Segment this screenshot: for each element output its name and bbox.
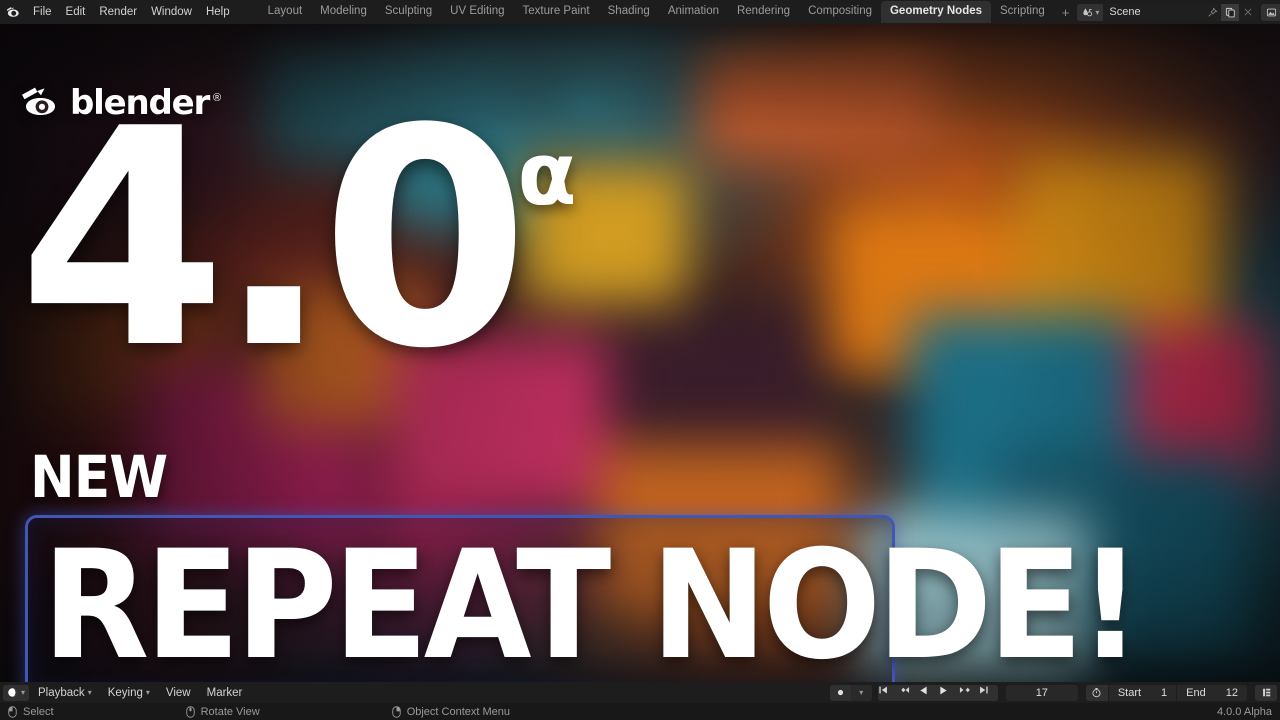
workspace-tab-shading[interactable]: Shading: [599, 1, 659, 23]
status-version-label: 4.0.0 Alpha: [1216, 705, 1272, 718]
status-hint-object-context-menu: Object Context Menu: [391, 705, 511, 718]
mouse-middle-click-icon: [185, 705, 195, 718]
workspace-tab-layout[interactable]: Layout: [259, 1, 312, 23]
timeline-editor-icon: [8, 688, 17, 697]
end-frame-field[interactable]: End 12: [1176, 684, 1247, 701]
end-frame-value: 12: [1225, 686, 1238, 699]
version-alpha-superscript: α: [517, 125, 577, 225]
workspace-tab-texture-paint[interactable]: Texture Paint: [514, 1, 599, 23]
timeline-menu-marker[interactable]: Marker: [200, 685, 250, 701]
stopwatch-icon[interactable]: [1085, 684, 1108, 701]
timeline-menu-keying[interactable]: Keying ▾: [101, 685, 157, 701]
scene-icon[interactable]: ▾: [1077, 3, 1104, 21]
timeline-menu-keying-caret: ▾: [145, 688, 150, 697]
auto-keyframe-caret-glyph: ▾: [859, 688, 864, 697]
status-hint-select: Select: [8, 706, 54, 718]
jump-to-prev-keyframe-icon[interactable]: [898, 685, 918, 701]
mouse-left-click-icon: [8, 705, 17, 718]
mouse-right-click-icon: [391, 705, 401, 718]
workspace-tab-compositing[interactable]: Compositing: [799, 1, 881, 23]
jump-to-next-keyframe-icon[interactable]: [958, 685, 978, 701]
status-bar: Select Rotate View Object Context Menu 4…: [0, 703, 1280, 720]
timeline-editor-type-button[interactable]: ▾: [3, 684, 30, 701]
workspace-tab-rendering[interactable]: Rendering: [728, 1, 799, 23]
view-layer-icon[interactable]: ▾: [1261, 3, 1280, 21]
add-workspace-button[interactable]: +: [1054, 3, 1078, 22]
new-scene-duplicate-icon[interactable]: [1221, 3, 1240, 21]
menu-edit[interactable]: Edit: [59, 3, 93, 21]
menu-help[interactable]: Help: [199, 3, 237, 21]
timeline-menu-view[interactable]: View: [159, 685, 198, 701]
top-bar: File Edit Render Window Help Layout Mode…: [0, 0, 1280, 24]
timeline-menu-playback-label: Playback: [38, 686, 85, 699]
menu-file[interactable]: File: [26, 3, 59, 21]
workspace-tab-sculpting[interactable]: Sculpting: [376, 1, 441, 23]
workspace-tab-geometry-nodes[interactable]: Geometry Nodes: [880, 1, 992, 23]
jump-to-end-icon[interactable]: [978, 685, 998, 701]
start-frame-label: Start: [1117, 686, 1142, 699]
menu-window[interactable]: Window: [144, 3, 199, 21]
menu-render[interactable]: Render: [92, 3, 144, 21]
scene-caret: ▾: [1095, 7, 1100, 17]
play-reverse-icon[interactable]: [918, 685, 938, 701]
timeline-menu-playback-caret: ▾: [87, 688, 92, 697]
playback-transport-controls[interactable]: [877, 684, 998, 701]
blender-window: File Edit Render Window Help Layout Mode…: [0, 0, 1280, 720]
scene-name-field[interactable]: Scene: [1103, 3, 1204, 21]
current-frame-field[interactable]: 17: [1005, 684, 1078, 701]
timeline-menu-playback[interactable]: Playback ▾: [31, 685, 99, 701]
start-frame-value: 1: [1161, 686, 1168, 699]
version-number: 4.0: [18, 65, 529, 414]
workspace-tab-modeling[interactable]: Modeling: [311, 1, 376, 23]
timeline-menu-keying-label: Keying: [107, 686, 143, 699]
status-hint-object-context-menu-label: Object Context Menu: [406, 705, 511, 718]
blender-logo-icon[interactable]: [0, 0, 26, 24]
status-hint-select-label: Select: [23, 705, 54, 718]
workspace-tab-animation[interactable]: Animation: [659, 1, 728, 23]
workspace-tab-uv-editing[interactable]: UV Editing: [441, 1, 513, 23]
start-frame-field[interactable]: Start 1: [1107, 684, 1177, 701]
timeline-menu-marker-label: Marker: [206, 686, 243, 699]
timeline-menu-view-label: View: [165, 686, 191, 699]
view-layer-selector[interactable]: ▾ ViewLayer: [1261, 3, 1280, 21]
frame-range-controls[interactable]: Start 1 End 12: [1085, 684, 1247, 701]
play-icon[interactable]: [938, 685, 958, 701]
new-badge: NEW: [30, 443, 168, 511]
record-keyframe-icon[interactable]: [830, 685, 851, 701]
timeline-editor-caret: ▾: [21, 688, 26, 697]
jump-to-start-icon[interactable]: [878, 685, 898, 701]
auto-keyframe-caret[interactable]: ▾: [850, 684, 872, 701]
status-hint-rotate-view: Rotate View: [185, 705, 260, 718]
viewport-thumbnail-art: blender ® 4.0 α NEW REPEAT NODE!: [0, 24, 1280, 682]
topbar-id-blocks: ▾ Scene: [1077, 0, 1280, 24]
workspace-tab-scripting[interactable]: Scripting: [991, 1, 1054, 23]
auto-keyframe-group[interactable]: ▾: [829, 684, 872, 701]
scene-selector[interactable]: ▾ Scene: [1077, 3, 1258, 21]
headline-text: REPEAT NODE!: [42, 519, 1142, 682]
version-headline: 4.0 α: [18, 65, 577, 414]
timeline-editor-header: ▾ Playback ▾ Keying ▾ View Marker ▾ 17 S…: [0, 682, 1280, 703]
thumbnail-overlay: blender ® 4.0 α NEW REPEAT NODE!: [0, 24, 1280, 682]
unlink-scene-close-icon[interactable]: [1239, 3, 1258, 21]
end-frame-label: End: [1186, 686, 1206, 699]
status-hint-rotate-view-label: Rotate View: [200, 705, 260, 718]
pin-icon[interactable]: [1203, 3, 1222, 21]
workspace-tabs: Layout Modeling Sculpting UV Editing Tex…: [259, 0, 1078, 24]
sync-playback-icon[interactable]: [1255, 684, 1277, 701]
